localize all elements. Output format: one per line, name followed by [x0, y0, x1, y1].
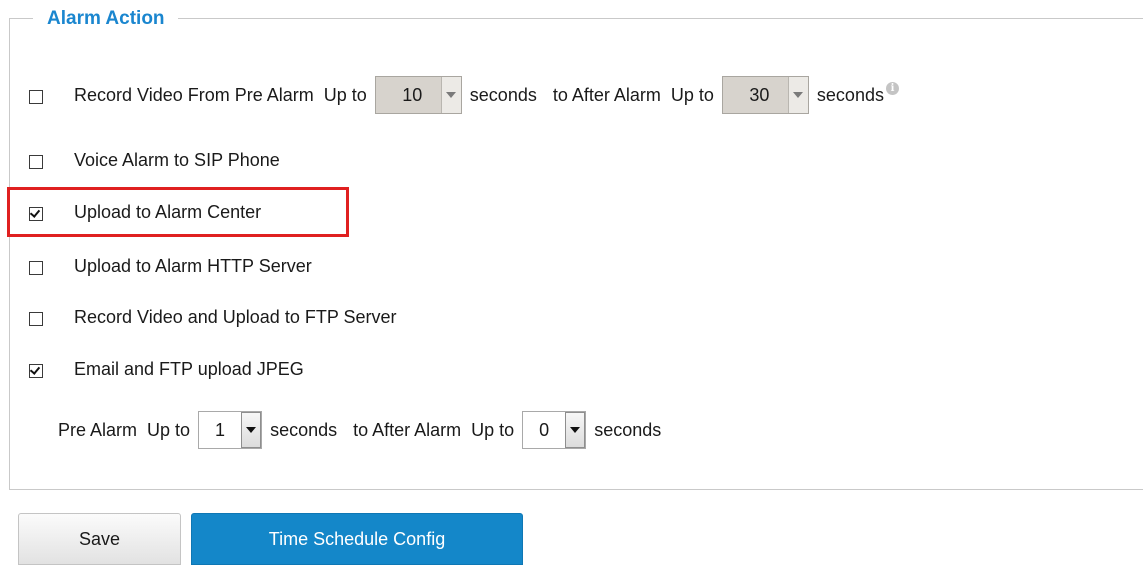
save-button[interactable]: Save: [18, 513, 181, 565]
seconds-label: seconds: [270, 419, 338, 440]
record-upload-ftp-checkbox[interactable]: [29, 312, 43, 326]
up-to-label: Up to: [670, 84, 714, 105]
voice-alarm-sip-checkbox[interactable]: [29, 155, 43, 169]
after-alarm-label: to After Alarm: [552, 84, 661, 105]
jpeg-pre-alarm-value: 1: [215, 419, 226, 440]
time-schedule-config-button[interactable]: Time Schedule Config: [191, 513, 523, 565]
upload-alarm-http-label: Upload to Alarm HTTP Server: [74, 255, 312, 276]
dropdown-arrow-icon[interactable]: [241, 412, 262, 448]
email-ftp-jpeg-checkbox[interactable]: [29, 364, 43, 378]
record-video-pre-alarm-row: Record Video From Pre Alarm Up to 10 sec…: [29, 75, 899, 115]
alarm-action-page: Alarm Action Record Video From Pre Alarm…: [0, 0, 1143, 565]
info-icon[interactable]: i: [885, 81, 899, 95]
upload-alarm-http-checkbox[interactable]: [29, 261, 43, 275]
section-title: Alarm Action: [33, 7, 178, 31]
jpeg-pre-alarm-select[interactable]: 1: [198, 411, 263, 449]
email-ftp-jpeg-row: Email and FTP upload JPEG: [29, 349, 304, 389]
up-to-label: Up to: [471, 419, 515, 440]
record-upload-ftp-label: Record Video and Upload to FTP Server: [74, 306, 397, 327]
dropdown-arrow-icon[interactable]: [440, 77, 461, 113]
pre-alarm-seconds-value: 10: [402, 84, 423, 105]
dropdown-arrow-icon[interactable]: [787, 77, 808, 113]
pre-alarm-seconds-select[interactable]: 10: [374, 76, 462, 114]
email-ftp-jpeg-label: Email and FTP upload JPEG: [74, 358, 304, 379]
voice-alarm-sip-row: Voice Alarm to SIP Phone: [29, 140, 280, 180]
after-alarm-seconds-select[interactable]: 30: [721, 76, 809, 114]
dropdown-arrow-icon[interactable]: [565, 412, 586, 448]
seconds-label: seconds: [594, 419, 662, 440]
after-alarm-label: to After Alarm: [353, 419, 462, 440]
seconds-label: seconds: [469, 84, 537, 105]
record-video-pre-alarm-checkbox[interactable]: [29, 90, 43, 104]
up-to-label: Up to: [323, 84, 367, 105]
jpeg-after-alarm-value: 0: [539, 419, 550, 440]
voice-alarm-sip-label: Voice Alarm to SIP Phone: [74, 149, 280, 170]
record-upload-ftp-row: Record Video and Upload to FTP Server: [29, 297, 397, 337]
up-to-label: Up to: [147, 419, 191, 440]
jpeg-timing-row: Pre Alarm Up to 1 seconds to After Alarm…: [58, 410, 661, 450]
record-video-pre-alarm-label: Record Video From Pre Alarm: [74, 84, 314, 105]
jpeg-after-alarm-select[interactable]: 0: [522, 411, 587, 449]
after-alarm-seconds-value: 30: [749, 84, 770, 105]
pre-alarm-label: Pre Alarm: [58, 419, 138, 440]
highlight-annotation-box: [7, 187, 349, 237]
seconds-label: seconds: [816, 84, 884, 105]
upload-alarm-http-row: Upload to Alarm HTTP Server: [29, 246, 312, 286]
